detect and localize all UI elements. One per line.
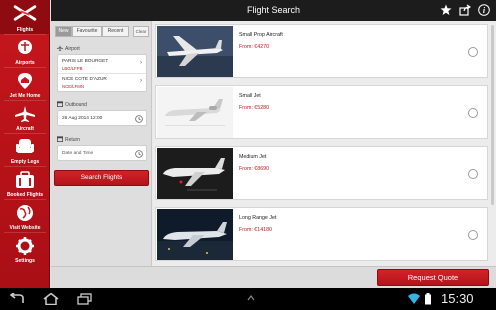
list-item[interactable]: Long Range Jet From: €14180 xyxy=(155,207,488,261)
sidebar-item-jet-me-home[interactable]: Jet Me Home xyxy=(0,68,50,100)
outbound-value: 26 Aug 2014 12:00 xyxy=(62,116,103,121)
recent-apps-icon[interactable] xyxy=(76,293,94,305)
star-icon[interactable] xyxy=(440,4,452,16)
sidebar-item-label: Empty Legs xyxy=(10,159,40,165)
request-quote-button[interactable]: Request Quote xyxy=(377,269,489,286)
sidebar-item-booked-flights[interactable]: Booked Flights xyxy=(0,167,50,199)
app-window: Flights Airports Jet Me Home Aircraft Em… xyxy=(0,0,496,310)
results-list: Small Prop Aircraft From: €4270 Small Je… xyxy=(153,21,496,266)
sidebar-item-settings[interactable]: Settings xyxy=(0,233,50,265)
aircraft-price: From: €4270 xyxy=(239,44,270,50)
sidebar-item-label: Visit Website xyxy=(9,225,41,231)
aircraft-name: Small Prop Aircraft xyxy=(239,32,283,38)
outbound-label: Outbound xyxy=(65,102,87,108)
aircraft-price: From: €14180 xyxy=(239,227,272,233)
tab-favourite[interactable]: Favourite xyxy=(72,26,102,37)
return-label: Return xyxy=(65,137,81,143)
chevron-right-icon: › xyxy=(140,60,142,66)
sidebar-item-aircraft[interactable]: Aircraft xyxy=(0,101,50,133)
sidebar-item-flights[interactable]: Flights xyxy=(0,0,50,34)
globe-icon xyxy=(17,205,33,221)
aircraft-price: From: €5280 xyxy=(239,105,270,111)
aircraft-name: Long Range Jet xyxy=(239,215,277,221)
list-item[interactable]: Small Prop Aircraft From: €4270 xyxy=(155,24,488,78)
home-icon[interactable] xyxy=(42,293,60,305)
airplane-icon xyxy=(57,45,63,51)
scrollbar[interactable] xyxy=(491,25,494,205)
sidebar-item-label: Flights xyxy=(16,27,34,33)
plane-logo-icon xyxy=(13,5,37,21)
clear-button[interactable]: Clear xyxy=(133,26,149,37)
select-radio[interactable] xyxy=(468,47,478,57)
clock-time: 15:30 xyxy=(441,291,474,306)
return-datetime-field[interactable]: Date and Time xyxy=(57,145,147,161)
calendar-icon xyxy=(57,136,63,142)
sidebar-item-visit-website[interactable]: Visit Website xyxy=(0,200,50,232)
tab-recent[interactable]: Recent xyxy=(102,26,129,37)
to-airport-name: NICE COTE D'AZUR xyxy=(62,77,107,82)
airport-section-label: Airport xyxy=(57,45,80,52)
search-flights-button[interactable]: Search Flights xyxy=(54,170,149,186)
sidebar: Flights Airports Jet Me Home Aircraft Em… xyxy=(0,0,50,288)
map-pin-icon xyxy=(18,40,32,54)
back-icon[interactable] xyxy=(8,293,26,305)
sidebar-item-label: Booked Flights xyxy=(6,192,44,198)
from-airport-code: LBG/LFPB xyxy=(62,66,83,71)
aircraft-name: Small Jet xyxy=(239,93,261,99)
aircraft-image xyxy=(157,87,233,138)
sidebar-item-empty-legs[interactable]: Empty Legs xyxy=(0,134,50,166)
to-airport-row[interactable]: NICE COTE D'AZUR NCE/LFMN › xyxy=(58,74,146,92)
search-panel: New Favourite Recent Clear Airport PARIS… xyxy=(51,21,152,266)
briefcase-icon xyxy=(16,171,34,188)
aircraft-image xyxy=(157,209,233,260)
sidebar-item-label: Settings xyxy=(15,258,35,264)
sidebar-item-label: Airports xyxy=(15,60,35,66)
clock-icon xyxy=(135,114,143,123)
clock-icon xyxy=(135,149,143,158)
tab-new[interactable]: New xyxy=(55,26,72,37)
airport-label: Airport xyxy=(65,46,80,52)
info-icon[interactable]: i xyxy=(478,4,490,16)
sidebar-item-airports[interactable]: Airports xyxy=(0,35,50,67)
svg-text:i: i xyxy=(483,6,486,15)
from-airport-row[interactable]: PARIS LE BOURGET LBG/LFPB › xyxy=(58,55,146,73)
battery-icon xyxy=(425,293,431,305)
aircraft-image xyxy=(157,148,233,199)
home-pin-icon xyxy=(18,73,32,89)
airport-route-field: PARIS LE BOURGET LBG/LFPB › NICE COTE D'… xyxy=(57,54,147,92)
share-icon[interactable] xyxy=(459,4,471,16)
list-item[interactable]: Medium Jet From: €8690 xyxy=(155,146,488,200)
sidebar-item-label: Aircraft xyxy=(16,126,34,132)
aircraft-price: From: €8690 xyxy=(239,166,270,172)
calendar-icon xyxy=(57,101,63,107)
select-radio[interactable] xyxy=(468,169,478,179)
seat-icon xyxy=(16,139,34,153)
select-radio[interactable] xyxy=(468,108,478,118)
list-item[interactable]: Small Jet From: €5280 xyxy=(155,85,488,139)
chevron-right-icon: › xyxy=(140,78,142,84)
return-section-label: Return xyxy=(57,136,80,143)
to-airport-code: NCE/LFMN xyxy=(62,84,84,89)
page-title: Flight Search xyxy=(246,5,301,15)
action-bar: Flight Search i xyxy=(51,0,496,21)
system-navigation-bar: 15:30 xyxy=(0,288,496,310)
wifi-icon xyxy=(408,293,420,304)
from-airport-name: PARIS LE BOURGET xyxy=(62,59,109,64)
gear-icon xyxy=(16,237,34,255)
bottom-action-bar: Request Quote xyxy=(51,266,496,288)
aircraft-image xyxy=(157,26,233,77)
outbound-section-label: Outbound xyxy=(57,101,87,108)
aircraft-name: Medium Jet xyxy=(239,154,267,160)
outbound-datetime-field[interactable]: 26 Aug 2014 12:00 xyxy=(57,110,147,126)
chevron-up-icon[interactable] xyxy=(247,294,255,302)
select-radio[interactable] xyxy=(468,230,478,240)
airplane-icon xyxy=(15,106,35,122)
sidebar-item-label: Jet Me Home xyxy=(9,93,41,99)
return-placeholder: Date and Time xyxy=(62,151,94,156)
